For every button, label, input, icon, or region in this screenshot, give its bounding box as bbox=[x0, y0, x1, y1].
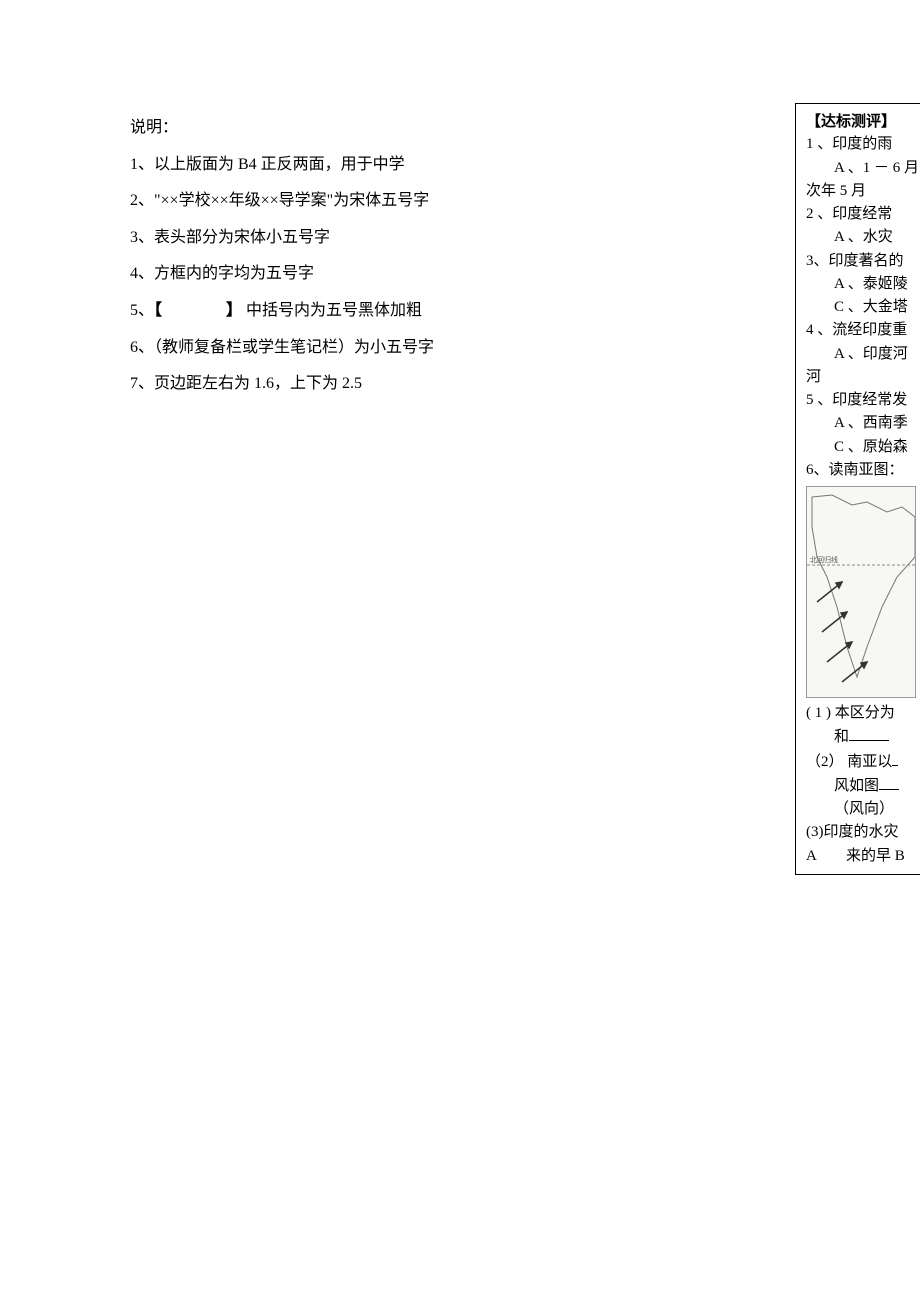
q6-1b-text: 和 bbox=[834, 729, 849, 745]
q5-option-c: C 、原始森 bbox=[806, 436, 920, 459]
instruction-item-3: 3、表头部分为宋体小五号字 bbox=[130, 225, 590, 251]
q2-option-a: A 、水灾 bbox=[806, 226, 920, 249]
q6: 6、读南亚图： bbox=[806, 459, 920, 482]
q3-option-c: C 、大金塔 bbox=[806, 296, 920, 319]
q4-option-a: A 、印度河 bbox=[806, 343, 920, 366]
q1: 1 、印度的雨 bbox=[806, 133, 920, 156]
q3-option-a: A 、泰姬陵 bbox=[806, 273, 920, 296]
q4-cont: 河 bbox=[806, 366, 920, 389]
quiz-header: 【达标测评】 bbox=[806, 110, 920, 133]
q5: 5 、印度经常发 bbox=[806, 389, 920, 412]
south-asia-map: 北回归线 bbox=[806, 486, 916, 698]
instruction-item-5: 5、【 】 中括号内为五号黑体加粗 bbox=[130, 298, 590, 324]
q6-2c: （风向） bbox=[806, 798, 920, 821]
q1-cont: 次年 5 月 bbox=[806, 180, 920, 203]
q1-option-a: A 、1 － 6 月 bbox=[806, 157, 920, 180]
q5-option-a: A 、西南季 bbox=[806, 412, 920, 435]
instruction-item-7: 7、页边距左右为 1.6，上下为 2.5 bbox=[130, 371, 590, 397]
instruction-item-6: 6、（教师复备栏或学生笔记栏）为小五号字 bbox=[130, 335, 590, 361]
q2: 2 、印度经常 bbox=[806, 203, 920, 226]
instructions-column: 说明： 1、以上版面为 B4 正反两面，用于中学 2、"××学校××年级××导学… bbox=[130, 115, 590, 408]
tropic-label: 北回归线 bbox=[810, 555, 838, 564]
q6-2: （2） 南亚以 bbox=[806, 750, 920, 774]
map-svg: 北回归线 bbox=[807, 487, 915, 697]
q6-1b: 和 bbox=[806, 725, 920, 749]
q6-2b: 风如图 bbox=[806, 774, 920, 798]
q6-2b-text: 风如图 bbox=[834, 778, 879, 794]
instruction-item-4: 4、方框内的字均为五号字 bbox=[130, 261, 590, 287]
q6-3a: A 来的早 B bbox=[806, 845, 920, 868]
bold-bracket-sample: 【 】 bbox=[154, 302, 242, 319]
q3: 3、印度著名的 bbox=[806, 250, 920, 273]
blank-3[interactable] bbox=[879, 774, 899, 790]
q6-1: ( 1 ) 本区分为 bbox=[806, 702, 920, 725]
instructions-heading: 说明： bbox=[130, 115, 590, 141]
instruction-item-1: 1、以上版面为 B4 正反两面，用于中学 bbox=[130, 152, 590, 178]
blank-1[interactable] bbox=[849, 725, 889, 741]
q6-3: (3)印度的水灾 bbox=[806, 821, 920, 844]
blank-2[interactable] bbox=[892, 750, 898, 766]
q4: 4 、流经印度重 bbox=[806, 319, 920, 342]
quiz-column: 【达标测评】 1 、印度的雨 A 、1 － 6 月 次年 5 月 2 、印度经常… bbox=[795, 103, 920, 875]
instruction-item-2: 2、"××学校××年级××导学案"为宋体五号字 bbox=[130, 188, 590, 214]
